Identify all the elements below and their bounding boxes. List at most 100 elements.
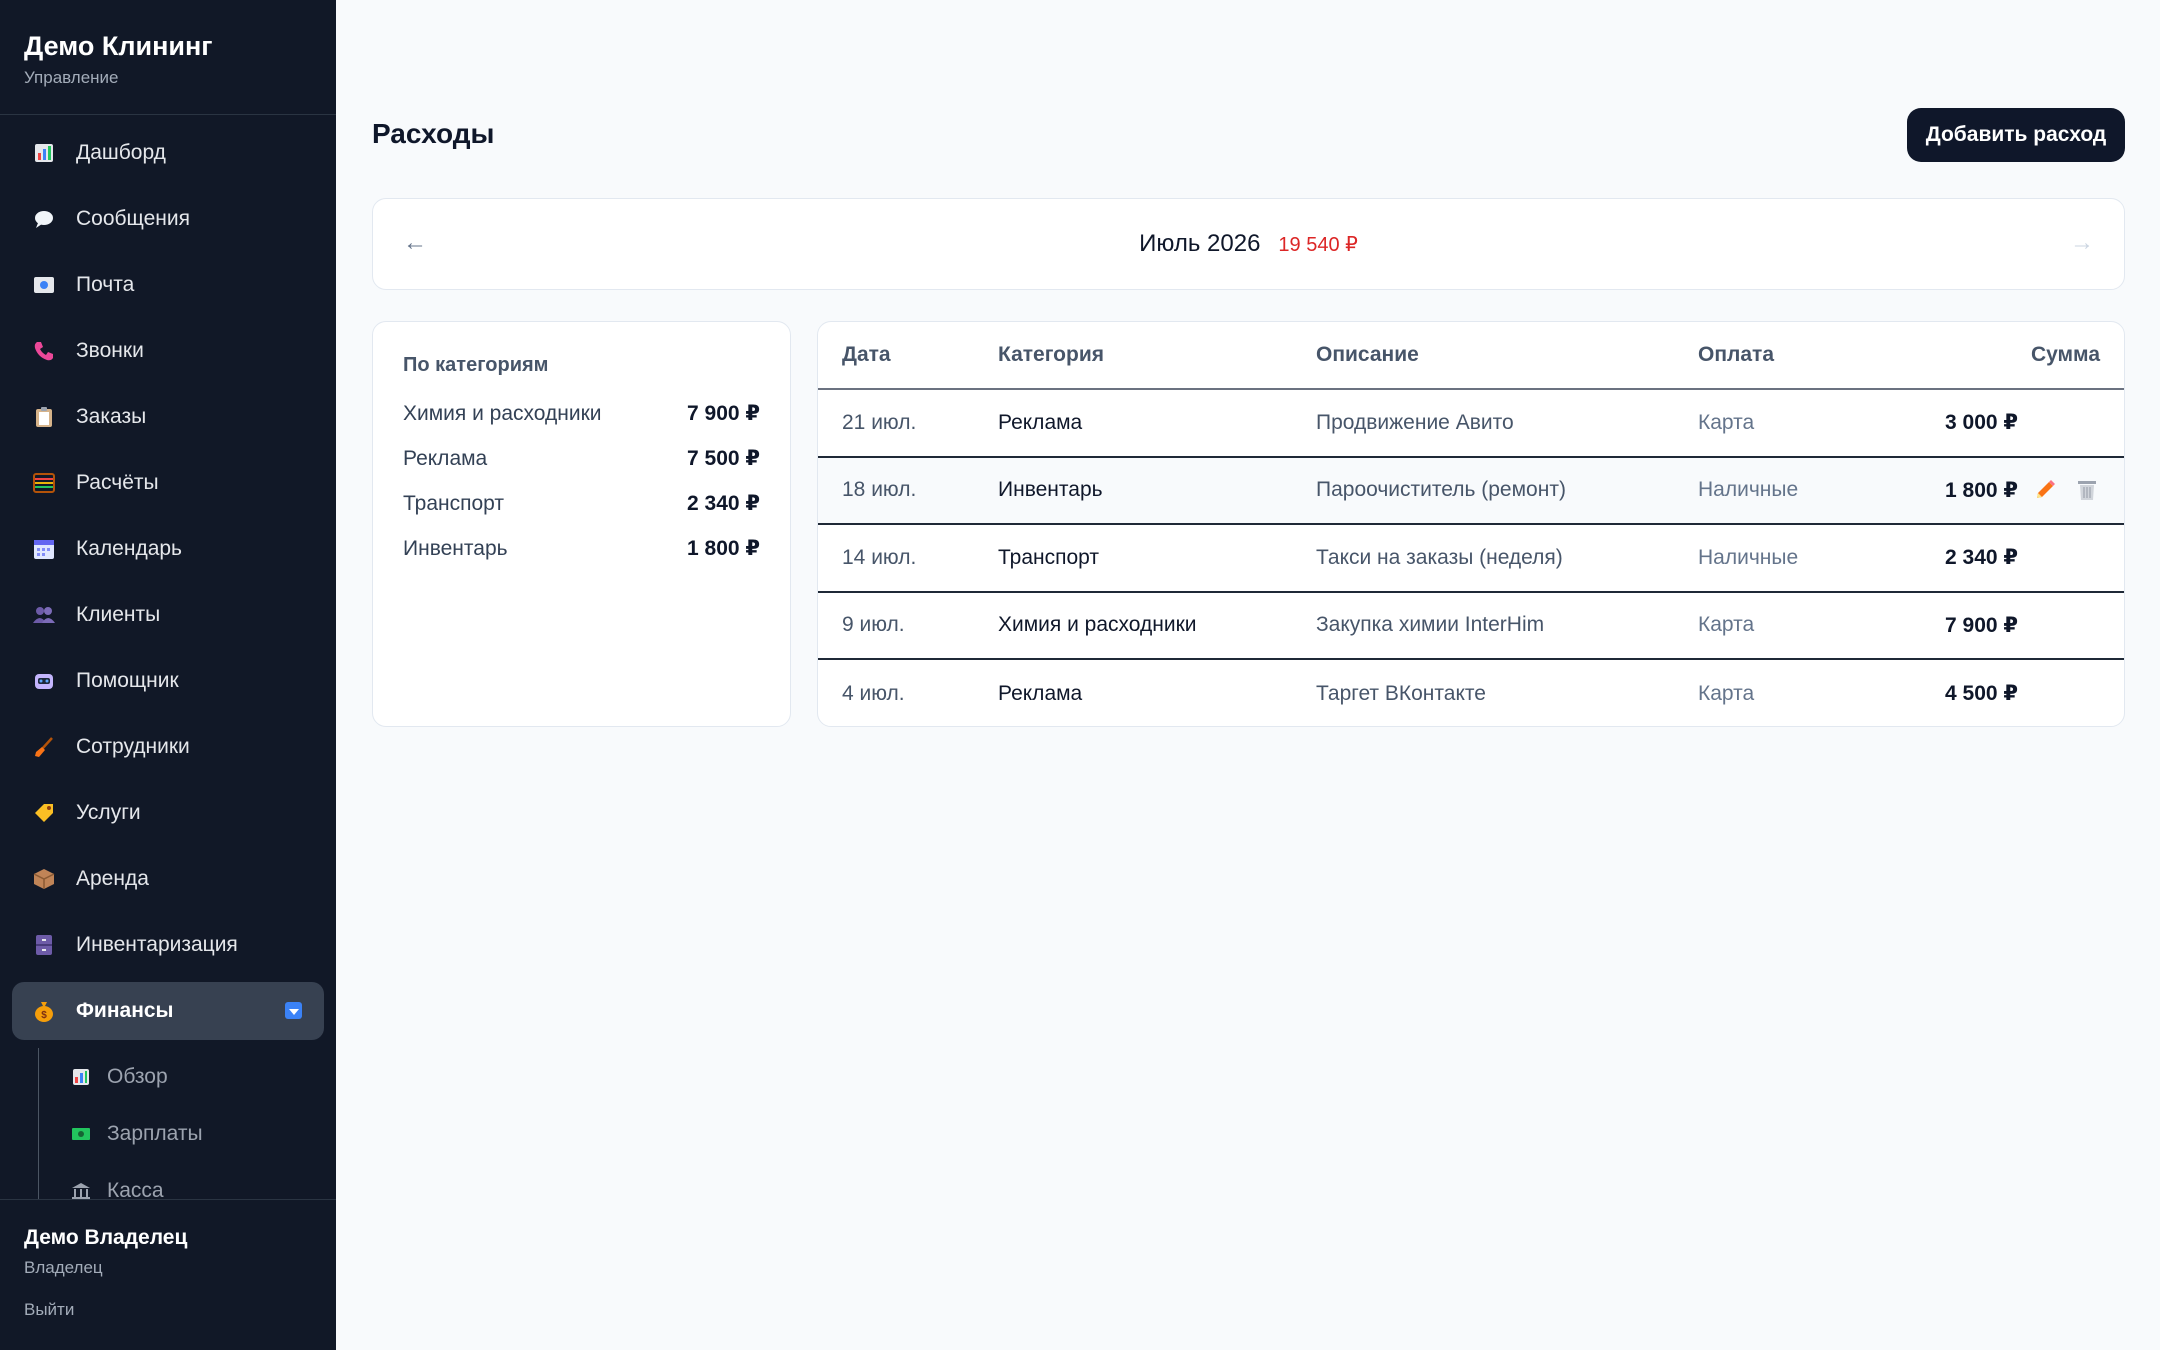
phone-icon bbox=[32, 339, 56, 363]
sidebar-item-label: Инвентаризация bbox=[76, 933, 238, 956]
sidebar-item-finance[interactable]: $ Финансы bbox=[12, 982, 324, 1040]
tag-icon bbox=[32, 801, 56, 825]
category-amount: 7 500 ₽ bbox=[687, 447, 760, 470]
column-header-sum[interactable]: Сумма bbox=[2031, 322, 2100, 388]
cell-description: Закупка химии InterHim bbox=[1316, 613, 1545, 637]
category-row: Химия и расходники 7 900 ₽ bbox=[403, 391, 760, 436]
chevron-down-icon[interactable] bbox=[285, 1002, 302, 1019]
month-switcher: ← Июль 2026 19 540 ₽ → bbox=[372, 198, 2125, 290]
cell-category: Транспорт bbox=[998, 545, 1099, 569]
add-expense-button[interactable]: Добавить расход bbox=[1907, 108, 2125, 162]
sidebar-item-employees[interactable]: Сотрудники bbox=[12, 718, 324, 776]
category-row: Реклама 7 500 ₽ bbox=[403, 436, 760, 481]
sidebar-item-calls[interactable]: Звонки bbox=[12, 322, 324, 380]
cell-date: 21 июл. bbox=[842, 410, 917, 434]
sidebar-item-messages[interactable]: Сообщения bbox=[12, 190, 324, 248]
column-header-category[interactable]: Категория bbox=[998, 322, 1104, 388]
sidebar-item-orders[interactable]: Заказы bbox=[12, 388, 324, 446]
pencil-icon[interactable] bbox=[2032, 458, 2058, 524]
sidebar-item-calendar[interactable]: Календарь bbox=[12, 520, 324, 578]
cell-sum: 4 500 ₽ bbox=[1945, 682, 2018, 706]
prev-month-button[interactable]: ← bbox=[403, 229, 427, 257]
chart-icon bbox=[71, 1067, 91, 1087]
sidebar-subitem-cashbox[interactable]: Касса bbox=[39, 1162, 336, 1199]
cell-category: Реклама bbox=[998, 681, 1083, 705]
cell-payment: Наличные bbox=[1698, 478, 1799, 502]
month-total: 19 540 ₽ bbox=[1278, 233, 1358, 256]
sidebar-item-dashboard[interactable]: Дашборд bbox=[12, 124, 324, 182]
category-name: Химия и расходники bbox=[403, 401, 602, 425]
sidebar-item-label: Заказы bbox=[76, 405, 147, 428]
sidebar: Демо Клининг Управление Дашборд Сообщени… bbox=[0, 0, 336, 1350]
sidebar-item-label: Финансы bbox=[76, 999, 174, 1022]
sidebar-item-rental[interactable]: Аренда bbox=[12, 850, 324, 908]
sidebar-item-mail[interactable]: Почта bbox=[12, 256, 324, 314]
broom-icon bbox=[32, 735, 56, 759]
banknote-icon bbox=[71, 1124, 91, 1144]
cell-description: Продвижение Авито bbox=[1316, 410, 1514, 434]
cell-date: 14 июл. bbox=[842, 545, 917, 569]
page-title: Расходы bbox=[372, 118, 495, 149]
category-amount: 1 800 ₽ bbox=[687, 537, 760, 560]
next-month-button[interactable]: → bbox=[2070, 229, 2094, 257]
table-row[interactable]: 4 июл. Реклама Таргет ВКонтакте Карта 4 … bbox=[818, 660, 2124, 726]
category-amount: 7 900 ₽ bbox=[687, 402, 760, 425]
cell-sum: 2 340 ₽ bbox=[1945, 546, 2018, 570]
sidebar-item-label: Дашборд bbox=[76, 141, 166, 164]
column-header-description[interactable]: Описание bbox=[1316, 322, 1419, 388]
category-name: Реклама bbox=[403, 446, 488, 470]
sidebar-item-label: Почта bbox=[76, 273, 135, 296]
finance-submenu: Обзор Зарплаты Касса bbox=[38, 1048, 336, 1199]
sidebar-item-label: Сотрудники bbox=[76, 735, 190, 758]
cell-date: 4 июл. bbox=[842, 681, 905, 705]
sidebar-subitem-salaries[interactable]: Зарплаты bbox=[39, 1105, 336, 1162]
box-icon bbox=[32, 867, 56, 891]
column-header-payment[interactable]: Оплата bbox=[1698, 322, 1774, 388]
table-row[interactable]: 21 июл. Реклама Продвижение Авито Карта … bbox=[818, 390, 2124, 458]
sidebar-subitem-label: Обзор bbox=[107, 1064, 168, 1088]
calendar-icon bbox=[32, 537, 56, 561]
cell-sum: 7 900 ₽ bbox=[1945, 613, 2018, 637]
sidebar-item-label: Аренда bbox=[76, 867, 149, 890]
abacus-icon bbox=[32, 471, 56, 495]
cell-category: Химия и расходники bbox=[998, 613, 1197, 637]
month-label: Июль 2026 bbox=[1139, 230, 1261, 257]
cell-sum: 3 000 ₽ bbox=[1945, 411, 2018, 435]
sidebar-item-clients[interactable]: Клиенты bbox=[12, 586, 324, 644]
brand-title: Демо Клининг bbox=[24, 31, 213, 61]
cabinet-icon bbox=[32, 933, 56, 957]
sidebar-item-assistant[interactable]: Помощник bbox=[12, 652, 324, 710]
column-header-date[interactable]: Дата bbox=[842, 322, 891, 388]
sidebar-item-label: Расчёты bbox=[76, 471, 159, 494]
sidebar-item-calculations[interactable]: Расчёты bbox=[12, 454, 324, 512]
cell-payment: Карта bbox=[1698, 613, 1755, 637]
trash-icon[interactable] bbox=[2074, 458, 2100, 524]
category-name: Инвентарь bbox=[403, 536, 508, 560]
table-row[interactable]: 9 июл. Химия и расходники Закупка химии … bbox=[818, 593, 2124, 660]
categories-summary: По категориям Химия и расходники 7 900 ₽… bbox=[372, 321, 791, 727]
sidebar-subitem-label: Зарплаты bbox=[107, 1121, 203, 1145]
category-name: Транспорт bbox=[403, 491, 504, 515]
cell-description: Пароочиститель (ремонт) bbox=[1316, 478, 1566, 502]
cell-payment: Карта bbox=[1698, 410, 1755, 434]
brand-subtitle: Управление bbox=[24, 68, 119, 87]
sidebar-item-label: Услуги bbox=[76, 801, 141, 824]
cell-category: Инвентарь bbox=[998, 478, 1103, 502]
sidebar-subitem-label: Касса bbox=[107, 1178, 164, 1200]
clipboard-icon bbox=[32, 405, 56, 429]
user-name: Демо Владелец bbox=[24, 1226, 188, 1249]
category-row: Транспорт 2 340 ₽ bbox=[403, 481, 760, 526]
table-row[interactable]: 18 июл. Инвентарь Пароочиститель (ремонт… bbox=[818, 457, 2124, 525]
sidebar-nav: Дашборд Сообщения Почта Звонки Заказы Ра… bbox=[0, 124, 336, 1199]
logout-link[interactable]: Выйти bbox=[24, 1300, 74, 1320]
mail-icon bbox=[32, 273, 56, 297]
sidebar-subitem-overview[interactable]: Обзор bbox=[39, 1048, 336, 1105]
category-row: Инвентарь 1 800 ₽ bbox=[403, 526, 760, 571]
sidebar-item-services[interactable]: Услуги bbox=[12, 784, 324, 842]
users-icon bbox=[32, 603, 56, 627]
cell-payment: Наличные bbox=[1698, 545, 1799, 569]
table-row[interactable]: 14 июл. Транспорт Такси на заказы (недел… bbox=[818, 525, 2124, 593]
cell-description: Такси на заказы (неделя) bbox=[1316, 545, 1563, 569]
sidebar-item-inventory[interactable]: Инвентаризация bbox=[12, 916, 324, 974]
main-content: Расходы Добавить расход ← Июль 2026 19 5… bbox=[336, 0, 2160, 1350]
